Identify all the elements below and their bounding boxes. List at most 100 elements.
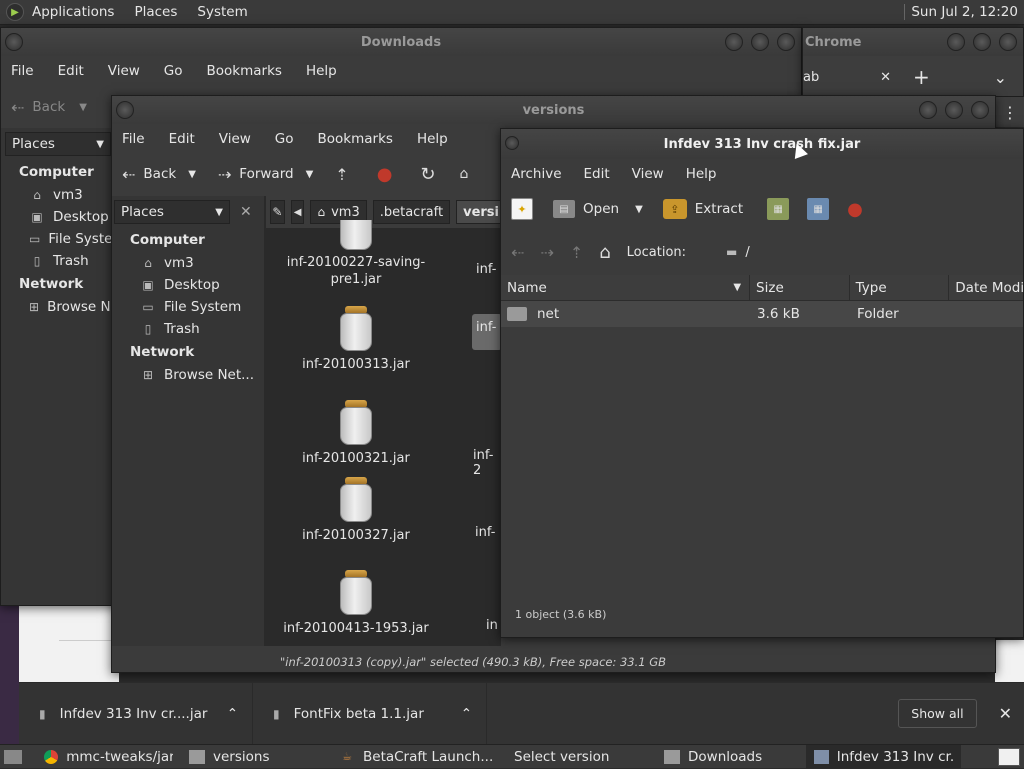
file-item[interactable]: inf-20100321.jar [276, 400, 436, 467]
home-icon[interactable]: ⌂ [599, 242, 610, 263]
sidebar-item-filesystem[interactable]: ▭File System [1, 228, 113, 250]
back-button[interactable]: ⇠ Back ▼ [11, 98, 87, 117]
back-history-dropdown-icon[interactable]: ▼ [188, 169, 196, 180]
applications-menu[interactable]: Applications [32, 4, 114, 20]
menu-help[interactable]: Help [417, 131, 448, 147]
menu-archive[interactable]: Archive [511, 166, 562, 182]
menu-view[interactable]: View [219, 131, 251, 147]
window-menu-button[interactable] [505, 136, 519, 150]
open-dropdown-icon[interactable]: ▼ [635, 204, 643, 215]
sidebar-item-vm3[interactable]: ⌂ vm3 [1, 184, 113, 206]
chevron-up-icon[interactable]: ⌃ [227, 706, 238, 722]
versions-titlebar[interactable]: versions [112, 96, 995, 124]
menu-file[interactable]: File [11, 63, 34, 79]
taskbar-item[interactable]: versions [181, 745, 331, 769]
file-item[interactable]: inf-20100327.jar [276, 477, 436, 544]
file-label-partial[interactable]: inf- [475, 525, 495, 540]
file-item[interactable]: inf-20100227-saving-pre1.jar [276, 220, 436, 288]
menu-bookmarks[interactable]: Bookmarks [207, 63, 282, 79]
taskbar-item[interactable]: Infdev 313 Inv cr... [806, 744, 961, 769]
sidebar-item-trash[interactable]: ▯ Trash [112, 318, 264, 340]
file-label-partial[interactable]: inf- [476, 262, 496, 277]
maximize-button[interactable] [751, 33, 769, 51]
forward-arrow-icon[interactable]: ⇢ [540, 243, 553, 262]
distro-logo-icon[interactable]: ▶ [6, 3, 24, 21]
chrome-menu-icon[interactable]: ⋮ [996, 97, 1024, 127]
column-name[interactable]: Name ▼ [501, 274, 751, 301]
reload-icon[interactable]: ↻ [420, 164, 435, 185]
places-menu[interactable]: Places [134, 4, 177, 20]
back-history-dropdown-icon[interactable]: ▼ [79, 102, 87, 113]
taskbar-item[interactable]: mmc-tweaks/jar... [36, 745, 181, 769]
archive-titlebar[interactable]: Infdev 313 Inv crash fix.jar [501, 129, 1023, 159]
chevron-up-icon[interactable]: ⌃ [461, 706, 472, 722]
forward-history-dropdown-icon[interactable]: ▼ [306, 169, 314, 180]
forward-button[interactable]: ⇢ Forward [218, 165, 294, 184]
taskbar-item[interactable]: ☕ BetaCraft Launch... [331, 745, 506, 769]
menu-help[interactable]: Help [686, 166, 717, 182]
close-sidebar-icon[interactable]: ✕ [234, 204, 258, 220]
open-button[interactable]: ▤ Open [553, 200, 619, 218]
sidebar-item-browse-network[interactable]: ⊞Browse Network [1, 296, 113, 318]
file-item[interactable]: inf-20100413-1953.jar [276, 570, 436, 637]
window-menu-button[interactable] [5, 33, 23, 51]
download-item[interactable]: ▮ Infdev 313 Inv cr....jar ⌃ [19, 682, 253, 745]
taskbar-item[interactable]: Downloads [656, 745, 806, 769]
close-button[interactable] [999, 33, 1017, 51]
downloads-titlebar[interactable]: Downloads [1, 28, 801, 56]
sidebar-item-browse-network[interactable]: ⊞ Browse Net... [112, 364, 264, 386]
file-item[interactable]: inf-20100313.jar [276, 306, 436, 373]
menu-go[interactable]: Go [275, 131, 294, 147]
add-files-icon[interactable]: ▦ [767, 198, 790, 220]
location-field[interactable]: ▬ / [726, 245, 750, 260]
minimize-button[interactable] [725, 33, 743, 51]
window-menu-button[interactable] [116, 101, 134, 119]
sidebar-item-desktop[interactable]: ▣ Desktop [1, 206, 113, 228]
download-item[interactable]: ▮ FontFix beta 1.1.jar ⌃ [253, 682, 487, 745]
close-button[interactable] [971, 101, 989, 119]
path-segment-versions[interactable]: versi [456, 200, 506, 224]
selected-file-partial[interactable]: inf- [472, 314, 502, 350]
stop-icon[interactable]: ● [377, 164, 393, 185]
file-label-partial[interactable]: in [486, 618, 498, 633]
menu-edit[interactable]: Edit [584, 166, 610, 182]
places-combo[interactable]: Places ▼ [5, 132, 111, 156]
menu-go[interactable]: Go [164, 63, 183, 79]
menu-help[interactable]: Help [306, 63, 337, 79]
column-type[interactable]: Type [850, 274, 950, 301]
chrome-tab[interactable]: ab ✕ [803, 70, 899, 85]
system-menu[interactable]: System [197, 4, 247, 20]
minimize-button[interactable] [947, 33, 965, 51]
column-date-modified[interactable]: Date Modif [949, 275, 1023, 301]
close-tab-icon[interactable]: ✕ [880, 70, 891, 85]
close-shelf-icon[interactable]: ✕ [999, 704, 1012, 723]
sidebar-item-filesystem[interactable]: ▭File System [112, 296, 264, 318]
minimize-button[interactable] [919, 101, 937, 119]
taskbar-item[interactable]: Select version [506, 745, 656, 769]
menu-view[interactable]: View [632, 166, 664, 182]
back-arrow-icon[interactable]: ⇠ [511, 243, 524, 262]
new-tab-icon[interactable]: + [913, 65, 930, 89]
maximize-button[interactable] [973, 33, 991, 51]
clock[interactable]: Sun Jul 2, 12:20 [911, 4, 1018, 20]
up-arrow-icon[interactable]: ⇡ [570, 243, 583, 262]
home-icon[interactable]: ⌂ [460, 166, 469, 182]
show-desktop-icon[interactable] [4, 749, 22, 764]
sidebar-item-trash[interactable]: ▯ Trash [1, 250, 113, 272]
back-button[interactable]: ⇠ Back [122, 165, 176, 184]
column-size[interactable]: Size [750, 274, 850, 301]
show-all-button[interactable]: Show all [898, 699, 977, 728]
maximize-button[interactable] [945, 101, 963, 119]
menu-bookmarks[interactable]: Bookmarks [318, 131, 393, 147]
menu-edit[interactable]: Edit [58, 63, 84, 79]
stop-icon[interactable]: ● [847, 199, 863, 220]
tab-search-icon[interactable]: ⌄ [994, 68, 1007, 87]
menu-file[interactable]: File [122, 131, 145, 147]
close-button[interactable] [777, 33, 795, 51]
menu-view[interactable]: View [108, 63, 140, 79]
file-label-partial[interactable]: inf-2 [473, 448, 501, 478]
workspace-switcher-icon[interactable] [998, 747, 1020, 766]
extract-button[interactable]: ⇪ Extract [662, 199, 743, 219]
up-arrow-icon[interactable]: ⇡ [335, 165, 348, 184]
chrome-titlebar[interactable]: Chrome [803, 28, 1023, 56]
